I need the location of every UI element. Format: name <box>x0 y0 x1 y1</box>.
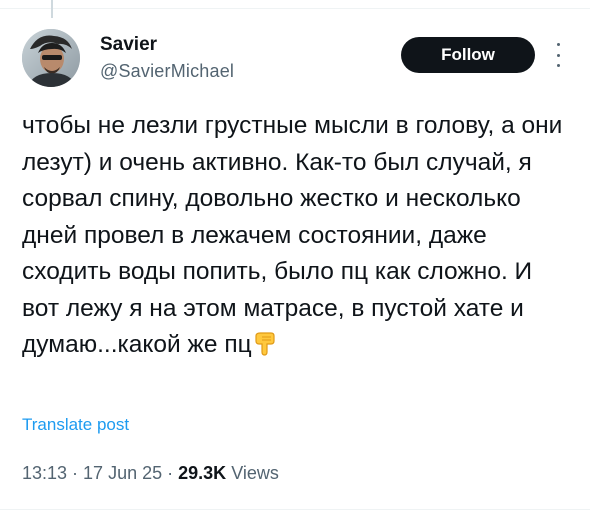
more-options-icon[interactable] <box>553 43 563 67</box>
avatar[interactable] <box>22 29 80 87</box>
more-dot <box>556 53 560 57</box>
tweet-meta: 13:13 · 17 Jun 25 · 29.3K Views <box>22 463 279 484</box>
tweet-date[interactable]: 17 Jun 25 <box>83 463 162 483</box>
thread-connector-line <box>51 0 53 18</box>
top-divider <box>0 8 590 9</box>
meta-separator: · <box>167 463 174 483</box>
more-dot <box>556 43 560 46</box>
more-dot <box>556 64 560 67</box>
pointing-down-hand-icon <box>253 330 277 368</box>
tweet-time[interactable]: 13:13 <box>22 463 67 483</box>
bottom-divider <box>0 509 590 510</box>
views-label: Views <box>231 463 279 483</box>
translate-post-link[interactable]: Translate post <box>22 415 129 435</box>
follow-button[interactable]: Follow <box>401 37 535 73</box>
views-count: 29.3K <box>178 463 227 483</box>
tweet-text: чтобы не лезли грустные мысли в голову, … <box>22 112 563 358</box>
meta-separator: · <box>72 463 79 483</box>
author-display-name[interactable]: Savier <box>100 34 157 56</box>
author-handle[interactable]: @SavierMichael <box>100 61 234 82</box>
tweet-body: чтобы не лезли грустные мысли в голову, … <box>22 108 574 368</box>
